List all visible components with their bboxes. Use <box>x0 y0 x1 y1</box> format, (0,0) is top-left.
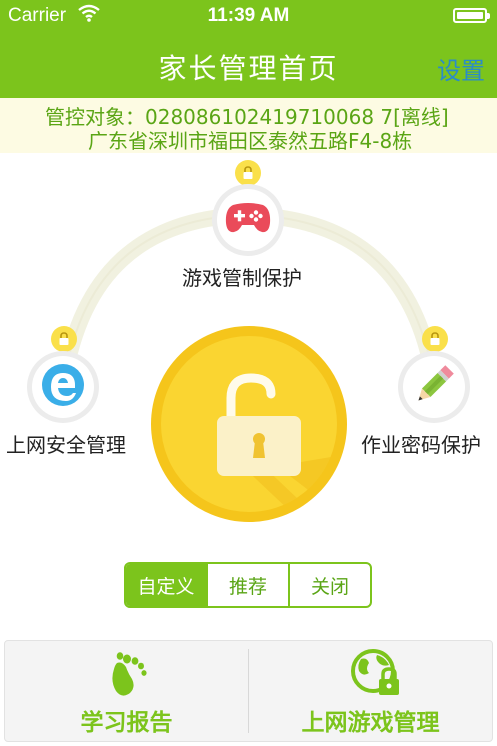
status-bar: Carrier 11:39 AM <box>0 0 497 32</box>
internet-game-management-button[interactable]: 上网游戏管理 <box>249 641 492 741</box>
settings-button[interactable]: 设置 <box>437 51 485 86</box>
homework-lock-icon <box>422 326 448 352</box>
page-title: 家长管理首页 <box>158 52 339 85</box>
homework-password-label[interactable]: 作业密码保护 <box>361 429 481 458</box>
game-control-label[interactable]: 游戏管制保护 <box>182 262 302 291</box>
master-lock-button[interactable] <box>151 326 347 522</box>
pencil-icon <box>410 361 458 413</box>
device-address-text: 广东省深圳市福田区泰然五路F4-8栋 <box>88 129 413 153</box>
game-lock-icon <box>235 160 261 186</box>
internet-lock-icon <box>51 326 77 352</box>
study-report-button[interactable]: 学习报告 <box>5 641 248 741</box>
game-control-button[interactable] <box>217 189 279 251</box>
internet-safety-button[interactable] <box>32 356 94 418</box>
unlocked-padlock-icon <box>217 373 337 512</box>
bottom-action-bar: 学习报告 上网游戏管理 <box>4 640 493 742</box>
homework-password-button[interactable] <box>403 356 465 418</box>
browser-e-icon <box>39 361 87 413</box>
internet-safety-label[interactable]: 上网安全管理 <box>6 429 126 458</box>
gamepad-icon <box>225 201 271 239</box>
mode-selector: 自定义 推荐 关闭 <box>124 562 372 608</box>
mode-option-recommended[interactable]: 推荐 <box>208 564 290 606</box>
device-info-banner: 管控对象：028086102419710068 7[离线] 广东省深圳市福田区泰… <box>0 98 497 153</box>
internet-game-management-label: 上网游戏管理 <box>301 710 440 736</box>
clock: 11:39 AM <box>207 5 290 26</box>
navigation-bar: 家长管理首页 设置 <box>0 32 497 98</box>
footprint-icon <box>100 647 154 705</box>
mode-option-custom[interactable]: 自定义 <box>126 564 208 606</box>
globe-lock-icon <box>349 647 403 705</box>
study-report-label: 学习报告 <box>80 710 173 736</box>
battery-icon <box>453 8 490 23</box>
mode-option-off[interactable]: 关闭 <box>290 564 370 606</box>
